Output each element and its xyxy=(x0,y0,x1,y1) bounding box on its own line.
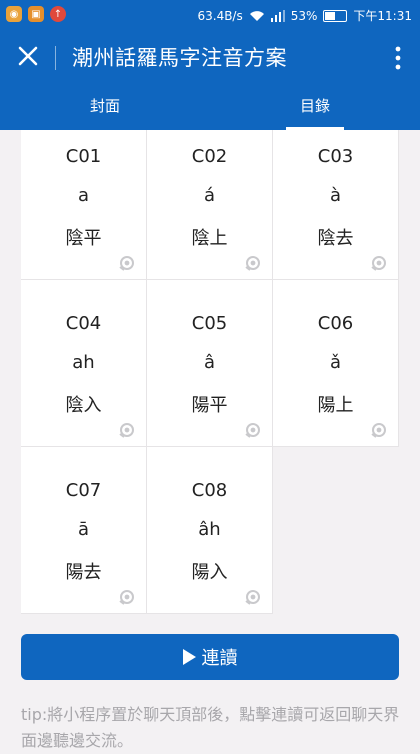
syllable-cell[interactable]: C02 á 陰上 xyxy=(147,130,273,280)
syllable-cell[interactable]: C06 ǎ 陽上 xyxy=(273,280,399,447)
syllable-code: C04 xyxy=(65,313,102,334)
play-icon xyxy=(182,649,196,665)
syllable-code: C03 xyxy=(317,146,354,167)
syllable-cell[interactable]: C08 âh 陽入 xyxy=(147,447,273,614)
tab-cover[interactable]: 封面 xyxy=(0,88,210,130)
syllable-tone: 陰入 xyxy=(65,395,102,416)
syllable-romanization: â xyxy=(203,352,216,373)
speaker-icon[interactable] xyxy=(244,422,262,438)
syllable-tone: 陽平 xyxy=(191,395,228,416)
syllable-romanization: ǎ xyxy=(329,352,342,373)
close-icon[interactable] xyxy=(14,42,42,70)
syllable-cell[interactable]: C04 ah 陰入 xyxy=(21,280,147,447)
syllable-code: C06 xyxy=(317,313,354,334)
signal-icon xyxy=(270,9,285,22)
syllable-code: C01 xyxy=(65,146,102,167)
app-bar: 潮州話羅馬字注音方案 xyxy=(0,30,420,88)
wifi-icon xyxy=(249,10,264,21)
syllable-tone: 陽上 xyxy=(317,395,354,416)
continuous-read-label: 連讀 xyxy=(201,648,238,669)
app-icon: ▣ xyxy=(28,6,44,22)
more-vert-icon[interactable] xyxy=(390,43,406,73)
syllable-code: C08 xyxy=(191,480,228,501)
speaker-icon[interactable] xyxy=(370,255,388,271)
notification-icons: ◉ ▣ ↑ xyxy=(6,6,66,22)
weibo-icon: ◉ xyxy=(6,6,22,22)
upload-icon: ↑ xyxy=(50,6,66,22)
clock: 下午11:31 xyxy=(353,9,412,23)
syllable-cell[interactable]: C03 à 陰去 xyxy=(273,130,399,280)
syllable-code: C02 xyxy=(191,146,228,167)
speaker-icon[interactable] xyxy=(118,589,136,605)
title-divider xyxy=(55,46,56,70)
syllable-cell[interactable]: C01 a 陰平 xyxy=(21,130,147,280)
syllable-romanization: à xyxy=(329,185,342,206)
syllable-tone: 陽入 xyxy=(191,562,228,583)
speaker-icon[interactable] xyxy=(244,589,262,605)
speaker-icon[interactable] xyxy=(244,255,262,271)
syllable-romanization: ah xyxy=(72,352,95,373)
tab-contents[interactable]: 目錄 xyxy=(210,88,420,130)
syllable-tone: 陰平 xyxy=(65,228,102,249)
continuous-read-button[interactable]: 連讀 xyxy=(21,634,399,680)
syllable-tone: 陰上 xyxy=(191,228,228,249)
status-bar: ◉ ▣ ↑ 63.4B/s 53% 下午11:31 xyxy=(0,0,420,30)
speaker-icon[interactable] xyxy=(118,255,136,271)
tip-text: tip:將小程序置於聊天頂部後，點擊連讀可返回聊天界面邊聽邊交流。 xyxy=(21,705,400,750)
tab-bar: 封面 目錄 xyxy=(0,88,420,130)
speaker-icon[interactable] xyxy=(118,422,136,438)
syllable-romanization: a xyxy=(77,185,90,206)
syllable-grid: C01 a 陰平 C02 á 陰上 C03 à 陰去 C04 ah 陰入 C05 â 陽平 C06 ǎ 陽上 C07… xyxy=(21,130,399,615)
syllable-cell[interactable]: C07 ā 陽去 xyxy=(21,447,147,614)
page-title: 潮州話羅馬字注音方案 xyxy=(72,46,287,70)
battery-percent: 53% xyxy=(290,8,318,23)
syllable-romanization: á xyxy=(203,185,216,206)
syllable-code: C05 xyxy=(191,313,228,334)
syllable-romanization: ā xyxy=(77,519,90,540)
status-right: 63.4B/s 53% 下午11:31 xyxy=(197,7,412,24)
battery-icon xyxy=(323,9,348,22)
network-speed: 63.4B/s xyxy=(197,8,243,23)
syllable-tone: 陰去 xyxy=(317,228,354,249)
syllable-code: C07 xyxy=(65,480,102,501)
syllable-cell[interactable]: C05 â 陽平 xyxy=(147,280,273,447)
syllable-tone: 陽去 xyxy=(65,562,102,583)
speaker-icon[interactable] xyxy=(370,422,388,438)
syllable-romanization: âh xyxy=(198,519,221,540)
